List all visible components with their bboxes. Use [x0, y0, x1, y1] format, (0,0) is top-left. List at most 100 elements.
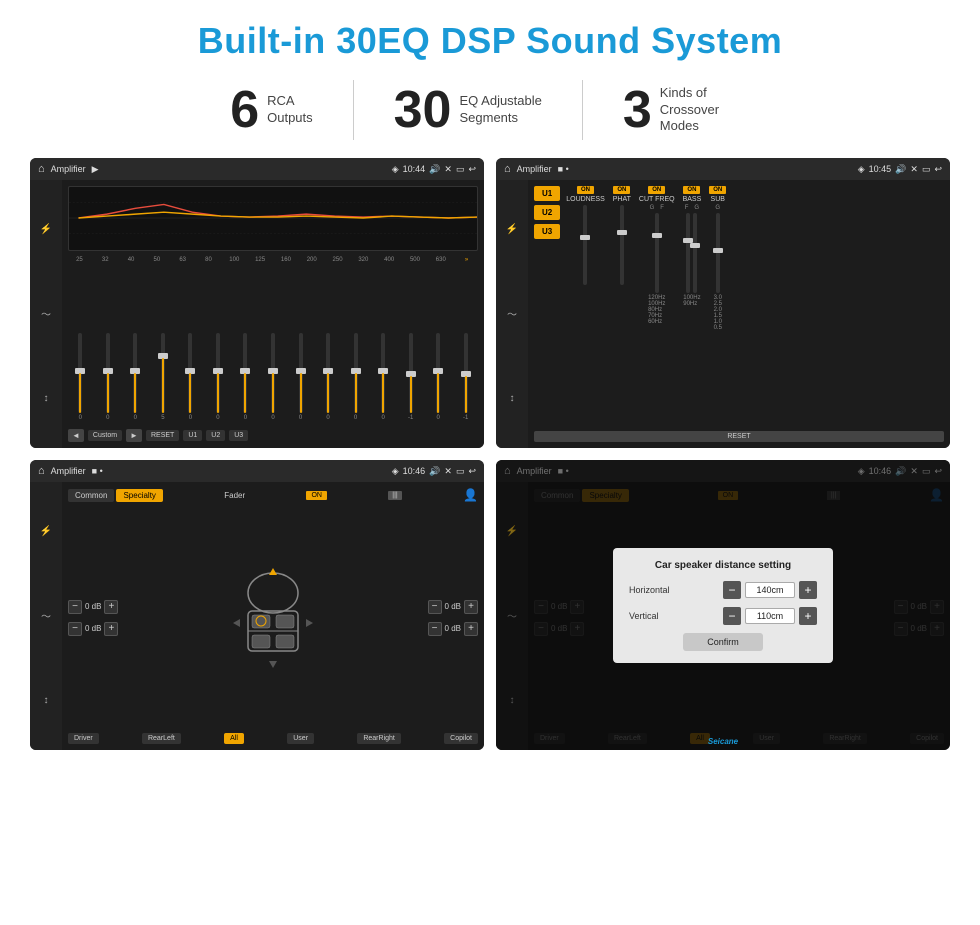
loudness-on[interactable]: ON — [577, 186, 594, 194]
slider-10[interactable]: 0 — [343, 333, 368, 421]
custom-btn[interactable]: Custom — [88, 430, 122, 441]
tab-specialty[interactable]: Specialty — [116, 489, 162, 502]
cutfreq-slider[interactable] — [655, 213, 659, 293]
u2-btn-1[interactable]: U2 — [206, 430, 225, 441]
freq-630: 630 — [429, 257, 452, 263]
vertical-minus-btn[interactable]: − — [723, 607, 741, 625]
tab-common[interactable]: Common — [68, 489, 114, 502]
copilot-btn[interactable]: Copilot — [444, 733, 478, 744]
window-icon-1: ▭ — [456, 164, 465, 175]
eq-icon-3[interactable]: ⚡ — [40, 526, 52, 537]
slider-9[interactable]: 0 — [316, 333, 341, 421]
db-minus-bl[interactable]: − — [68, 622, 82, 636]
slider-0[interactable]: 0 — [68, 333, 93, 421]
u3-btn-1[interactable]: U3 — [229, 430, 248, 441]
dialog-control-vertical: − 110cm + — [723, 607, 817, 625]
u2-preset[interactable]: U2 — [534, 205, 560, 220]
eq-icon[interactable]: ⚡ — [40, 224, 52, 235]
arrows-icon-2[interactable]: ↕ — [510, 393, 515, 404]
slider-3[interactable]: 5 — [151, 333, 176, 421]
dialog-box: Car speaker distance setting Horizontal … — [613, 548, 833, 663]
status-bar-1: ⌂ Amplifier ▶ ◈ 10:44 🔊 ✕ ▭ ↩ — [30, 158, 484, 180]
stat-crossover: 3 Kinds ofCrossover Modes — [583, 84, 790, 136]
vertical-plus-btn[interactable]: + — [799, 607, 817, 625]
bass-on[interactable]: ON — [683, 186, 700, 194]
slider-12[interactable]: -1 — [398, 333, 423, 421]
db-row-br: − 0 dB + — [428, 622, 478, 636]
sub-label: SUB — [711, 196, 725, 203]
db-plus-tr[interactable]: + — [464, 600, 478, 614]
status-right-1: ◈ 10:44 🔊 ✕ ▭ ↩ — [392, 164, 476, 175]
rearleft-btn[interactable]: RearLeft — [142, 733, 181, 744]
slider-2[interactable]: 0 — [123, 333, 148, 421]
fader-toggle-off[interactable]: ||| — [388, 491, 401, 500]
slider-6[interactable]: 0 — [233, 333, 258, 421]
cutfreq-on[interactable]: ON — [648, 186, 665, 194]
db-minus-tr[interactable]: − — [428, 600, 442, 614]
arrows-icon[interactable]: ↕ — [44, 393, 49, 404]
freq-250: 250 — [326, 257, 349, 263]
bass-slider-2[interactable] — [693, 213, 697, 293]
db-minus-tl[interactable]: − — [68, 600, 82, 614]
user-icon: 👤 — [463, 488, 478, 502]
loudness-slider[interactable] — [583, 205, 587, 285]
eq-main: 25 32 40 50 63 80 100 125 160 200 250 32… — [62, 180, 484, 448]
slider-11[interactable]: 0 — [371, 333, 396, 421]
db-plus-tl[interactable]: + — [104, 600, 118, 614]
back-icon-1: ↩ — [468, 164, 476, 175]
prev-btn[interactable]: ◄ — [68, 429, 84, 442]
sub-on[interactable]: ON — [709, 186, 726, 194]
home-icon-1[interactable]: ⌂ — [38, 163, 45, 175]
cutfreq-label: CUT FREQ — [639, 196, 675, 203]
slider-4[interactable]: 0 — [178, 333, 203, 421]
slider-1[interactable]: 0 — [96, 333, 121, 421]
cutfreq-control: ON CUT FREQ G F 120Hz100Hz — [639, 186, 675, 427]
confirm-button[interactable]: Confirm — [683, 633, 763, 651]
all-btn[interactable]: All — [224, 733, 244, 744]
driver-btn[interactable]: Driver — [68, 733, 99, 744]
freq-more: » — [455, 257, 478, 263]
u1-preset[interactable]: U1 — [534, 186, 560, 201]
home-icon-3[interactable]: ⌂ — [38, 465, 45, 477]
bass-slider-1[interactable] — [686, 213, 690, 293]
user-btn[interactable]: User — [287, 733, 314, 744]
db-plus-br[interactable]: + — [464, 622, 478, 636]
rearright-btn[interactable]: RearRight — [357, 733, 401, 744]
phat-label: PHAT — [613, 196, 631, 203]
slider-8[interactable]: 0 — [288, 333, 313, 421]
db-minus-br[interactable]: − — [428, 622, 442, 636]
tab-group: Common Specialty — [68, 489, 163, 502]
wave-icon-2[interactable]: 〜 — [507, 306, 517, 321]
eq-icon-2[interactable]: ⚡ — [506, 224, 518, 235]
arrows-icon-3[interactable]: ↕ — [44, 695, 49, 706]
u1-btn-1[interactable]: U1 — [183, 430, 202, 441]
sub-slider[interactable] — [716, 213, 720, 293]
sub-control: ON SUB G 3.02.52.01.51.00.5 — [709, 186, 726, 427]
horizontal-plus-btn[interactable]: + — [799, 581, 817, 599]
left-sidebar-3: ⚡ 〜 ↕ — [30, 482, 62, 750]
stat-rca: 6 RCAOutputs — [190, 84, 352, 136]
phat-slider[interactable] — [620, 205, 624, 285]
amp3-top-bar: Common Specialty Fader ON ||| 👤 — [68, 488, 478, 502]
phat-on[interactable]: ON — [613, 186, 630, 194]
slider-5[interactable]: 0 — [206, 333, 231, 421]
amp3-main: Common Specialty Fader ON ||| 👤 − — [62, 482, 484, 750]
horizontal-minus-btn[interactable]: − — [723, 581, 741, 599]
fader-on-toggle[interactable]: ON — [306, 491, 327, 500]
db-row-bl: − 0 dB + — [68, 622, 118, 636]
home-icon-2[interactable]: ⌂ — [504, 163, 511, 175]
slider-7[interactable]: 0 — [261, 333, 286, 421]
app-name-3: Amplifier — [51, 466, 86, 476]
slider-13[interactable]: 0 — [426, 333, 451, 421]
next-btn[interactable]: ► — [126, 429, 142, 442]
wave-icon[interactable]: 〜 — [41, 306, 51, 321]
time-3: 10:46 — [403, 466, 426, 476]
volume-icon-2: 🔊 — [895, 164, 906, 175]
reset-btn-1[interactable]: RESET — [146, 430, 179, 441]
u3-preset[interactable]: U3 — [534, 224, 560, 239]
db-plus-bl[interactable]: + — [104, 622, 118, 636]
wave-icon-3[interactable]: 〜 — [41, 608, 51, 623]
screen-dialog: ⌂ Amplifier ■ • ◈ 10:46 🔊 ✕ ▭ ↩ ⚡ 〜 ↕ — [496, 460, 950, 750]
slider-14[interactable]: -1 — [453, 333, 478, 421]
reset-btn-2[interactable]: RESET — [534, 431, 944, 442]
